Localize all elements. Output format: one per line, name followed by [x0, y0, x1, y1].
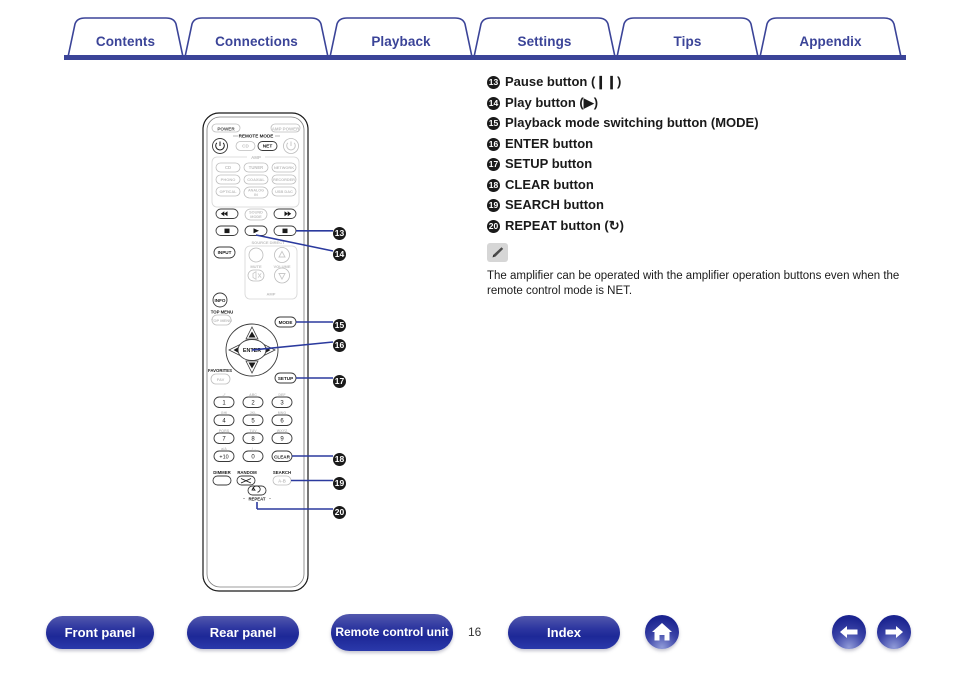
callout-label: Playback mode switching button (MODE)	[505, 115, 759, 130]
footer-nav: Front panel Rear panel Remote control un…	[0, 604, 954, 673]
list-item: 20 REPEAT button (↻)	[487, 217, 947, 234]
svg-text:GHI: GHI	[221, 411, 227, 415]
svg-text:FAV: FAV	[217, 377, 225, 382]
callout-badge-14: 14	[333, 248, 346, 261]
arrow-left-icon[interactable]	[832, 615, 866, 649]
list-item: 17 SETUP button	[487, 155, 947, 172]
svg-text:-/': -/'	[222, 393, 225, 397]
callout-badge-18: 18	[333, 453, 346, 466]
svg-text:CD: CD	[225, 165, 231, 170]
callout-label: SEARCH button	[505, 197, 604, 212]
callout-number: 15	[487, 117, 500, 130]
svg-text:REPEAT: REPEAT	[248, 497, 265, 502]
svg-text:SETUP: SETUP	[278, 376, 293, 381]
svg-text:WXYZ: WXYZ	[277, 429, 288, 433]
svg-text:TOP MENU: TOP MENU	[211, 318, 232, 323]
svg-text:IN: IN	[254, 193, 258, 197]
footer-button-front-panel[interactable]: Front panel	[46, 616, 154, 649]
list-item: 13 Pause button (❙❙)	[487, 73, 947, 90]
callout-badge-15: 15	[333, 319, 346, 332]
svg-text:MUTE: MUTE	[250, 264, 262, 269]
svg-text:MNO: MNO	[278, 411, 287, 415]
note-block: The amplifier can be operated with the a…	[487, 243, 907, 299]
pencil-icon	[487, 243, 508, 262]
svg-text:USB DAC: USB DAC	[275, 189, 293, 194]
list-item: 15 Playback mode switching button (MODE)	[487, 114, 947, 131]
svg-text:AMP: AMP	[251, 155, 261, 160]
home-icon[interactable]	[645, 615, 679, 649]
tab-settings[interactable]: Settings	[474, 34, 615, 49]
callout-number: 13	[487, 76, 500, 89]
footer-button-index[interactable]: Index	[508, 616, 620, 649]
svg-text:+10: +10	[219, 455, 228, 461]
svg-text:INPUT: INPUT	[218, 250, 232, 255]
svg-text:ABC: ABC	[249, 393, 257, 397]
svg-text:TUV: TUV	[249, 429, 257, 433]
callout-badge-13: 13	[333, 227, 346, 240]
svg-text:FAVORITES: FAVORITES	[208, 368, 232, 373]
callout-label: SETUP button	[505, 156, 593, 171]
callout-label: Play button (▶)	[505, 94, 599, 110]
callout-number: 19	[487, 199, 500, 212]
svg-text:a/A: a/A	[221, 447, 227, 451]
svg-text:DEF: DEF	[278, 393, 286, 397]
svg-text:COAXIAL: COAXIAL	[247, 177, 265, 182]
note-text: The amplifier can be operated with the a…	[487, 270, 900, 297]
tab-connections[interactable]: Connections	[185, 34, 328, 49]
callout-badge-19: 19	[333, 477, 346, 490]
svg-text:NET: NET	[263, 144, 273, 150]
tab-tips[interactable]: Tips	[617, 34, 758, 49]
callout-number: 14	[487, 96, 500, 110]
svg-text:_/→: _/→	[249, 447, 257, 451]
callout-number: 18	[487, 178, 500, 192]
svg-text:AMP POWER: AMP POWER	[272, 126, 300, 131]
svg-text:NETWORK: NETWORK	[274, 165, 294, 170]
callout-label: REPEAT button (↻)	[505, 217, 624, 233]
tab-bar-graphic	[64, 17, 906, 60]
callout-label: Pause button (❙❙)	[505, 74, 622, 89]
svg-text:JKL: JKL	[250, 411, 258, 415]
svg-text:RECORDER: RECORDER	[273, 178, 295, 182]
svg-text:MODE: MODE	[279, 320, 293, 325]
svg-text:PQRS: PQRS	[219, 429, 230, 433]
svg-text:AMP: AMP	[267, 292, 276, 297]
footer-button-rear-panel[interactable]: Rear panel	[187, 616, 299, 649]
tab-appendix[interactable]: Appendix	[760, 34, 901, 49]
callout-badge-16: 16	[333, 339, 346, 352]
list-item: 14 Play button (▶)	[487, 94, 947, 111]
list-item: 16 ENTER button	[487, 135, 947, 152]
svg-text:OPTICAL: OPTICAL	[219, 189, 237, 194]
remote-control-diagram: .bdy { fill:#ffffff; stroke:#1a1a1a; str…	[190, 105, 365, 600]
svg-text:TUNER: TUNER	[249, 165, 263, 170]
tab-underline	[64, 55, 906, 60]
svg-text:A-B: A-B	[278, 478, 286, 483]
callout-badge-17: 17	[333, 375, 346, 388]
svg-text:TOP MENU: TOP MENU	[211, 310, 234, 315]
svg-text:POWER: POWER	[217, 126, 235, 131]
tab-contents[interactable]: Contents	[68, 34, 183, 49]
page-number: 16	[468, 625, 482, 639]
svg-text:SEARCH: SEARCH	[273, 470, 291, 475]
callout-badge-20: 20	[333, 506, 346, 519]
list-item: 19 SEARCH button	[487, 196, 947, 213]
svg-text:RANDOM: RANDOM	[237, 470, 257, 475]
footer-button-remote-control-unit[interactable]: Remote control unit	[331, 614, 453, 651]
callout-number: 16	[487, 137, 500, 151]
svg-text:DIMMER: DIMMER	[213, 470, 231, 475]
callout-label: CLEAR button	[505, 176, 594, 192]
top-tab-bar: Contents Connections Playback Settings T…	[0, 0, 954, 66]
tab-playback[interactable]: Playback	[330, 34, 472, 49]
svg-text:CLEAR: CLEAR	[274, 455, 291, 460]
svg-text:INFO: INFO	[215, 298, 226, 303]
callout-label: ENTER button	[505, 135, 594, 151]
arrow-right-icon[interactable]	[877, 615, 911, 649]
svg-text:PHONO: PHONO	[221, 177, 236, 182]
list-item: 18 CLEAR button	[487, 176, 947, 193]
callout-number: 17	[487, 158, 500, 171]
svg-text:MODE: MODE	[250, 215, 262, 219]
callout-number: 20	[487, 219, 500, 233]
svg-text:REMOTE MODE: REMOTE MODE	[239, 134, 274, 139]
svg-text:CD: CD	[242, 144, 249, 149]
button-legend-list: 13 Pause button (❙❙) 14 Play button (▶) …	[487, 73, 947, 237]
